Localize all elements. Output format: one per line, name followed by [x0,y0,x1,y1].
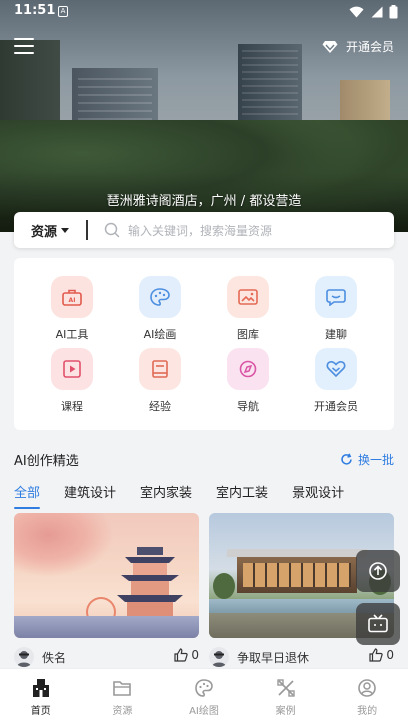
signal-icon [371,6,383,18]
like-count: 0 [386,648,394,662]
vip-button-label: 开通会员 [345,40,394,54]
svg-text:AI: AI [69,297,76,304]
upload-float-button[interactable] [356,550,400,592]
compass-icon [227,348,269,390]
nav-ai-draw-label: AI绘图 [189,706,219,717]
system-icons [349,5,398,19]
ground [14,616,199,638]
grid-item-label: 经验 [149,400,171,413]
thumbs-up-icon [174,648,189,662]
refresh-icon [341,453,352,465]
vip-heart-icon [315,348,357,390]
grid-item-experience[interactable]: 经验 [120,348,200,414]
nav-resources[interactable]: 资源 [82,669,164,725]
palette-icon [139,276,181,318]
grid-item-label: 课程 [61,400,83,413]
author-name: 佚名 [42,651,67,665]
category-tabs: 全部 建筑设计 室内家装 室内工装 景观设计 [14,482,344,509]
section-title: AI创作精选 [14,454,79,469]
vip-button[interactable]: 开通会员 [322,38,394,55]
artwork-card[interactable]: 争取早日退休 0 [209,513,394,672]
menu-icon[interactable] [14,38,34,54]
search-divider [86,220,88,240]
grid-item-ai-tool[interactable]: AI AI工具 [32,276,112,342]
nav-home-label: 首页 [30,706,51,717]
status-bar: 11:51 A [0,0,408,24]
grid-item-course[interactable]: 课程 [32,348,112,414]
palette-icon [195,679,213,697]
nav-profile-label: 我的 [357,706,378,717]
nav-home[interactable]: 首页 [0,669,82,725]
hero-caption: 琶洲雅诗阁酒店，广州 / 都设营造 [106,194,302,209]
house-roof [226,549,368,557]
tv-icon [368,614,388,633]
search-bar: 资源 输入关键词，搜索海量资源 [14,212,394,248]
caret-down-icon [61,227,69,233]
notification-icon: A [58,6,68,17]
author-name: 争取早日退休 [237,651,310,665]
refresh-label: 换一批 [357,453,394,467]
grid-item-label: 导航 [237,400,259,413]
avatar[interactable] [14,647,34,667]
upload-icon [369,562,387,580]
grid-item-label: 图库 [237,328,259,341]
refresh-button[interactable]: 换一批 [340,451,394,468]
grid-item-ai-painting[interactable]: AI绘画 [120,276,200,342]
tree-shape [213,573,235,599]
artwork-image[interactable] [14,513,199,638]
like-button[interactable]: 0 [369,648,394,662]
avatar[interactable] [209,647,229,667]
status-time: 11:51 [14,3,56,18]
home-icon [32,679,49,697]
chat-icon [315,276,357,318]
tab-commercial-interior[interactable]: 室内工装 [216,482,268,504]
grid-item-vip[interactable]: 开通会员 [296,348,376,414]
video-course-icon [51,348,93,390]
bottom-nav: 首页 资源 AI绘图 案例 我的 [0,668,408,725]
section-header: AI创作精选 换一批 [14,450,394,469]
battery-icon [389,5,398,19]
grid-item-navigation[interactable]: 导航 [208,348,288,414]
blossom-tree [14,513,114,577]
like-button[interactable]: 0 [174,648,199,662]
tab-all[interactable]: 全部 [14,482,41,509]
tv-float-button[interactable] [356,603,400,645]
search-scope-label: 资源 [30,224,57,240]
grid-item-chat[interactable]: 建聊 [296,276,376,342]
nav-profile[interactable]: 我的 [326,669,408,725]
search-input[interactable]: 输入关键词，搜索海量资源 [128,222,272,239]
like-count: 0 [191,648,199,662]
folder-icon [113,681,132,696]
nav-cases[interactable]: 案例 [245,669,327,725]
search-scope-dropdown[interactable]: 资源 [14,221,86,240]
grid-item-gallery[interactable]: 图库 [208,276,288,342]
tab-architecture[interactable]: 建筑设计 [64,482,116,504]
ai-tool-icon: AI [51,276,93,318]
grid-item-label: AI绘画 [143,328,177,341]
grid-item-label: AI工具 [55,328,89,341]
design-tools-icon [276,679,295,697]
thumbs-up-icon [369,648,384,662]
house-windows [243,563,351,587]
tab-home-interior[interactable]: 室内家装 [140,482,192,504]
profile-icon [358,679,376,697]
nav-ai-draw[interactable]: AI绘图 [163,669,245,725]
nav-cases-label: 案例 [275,706,296,717]
quick-access-grid: AI AI工具 AI绘画 图库 建聊 课程 经验 导航 开通会员 [14,258,394,430]
artwork-card[interactable]: 佚名 0 [14,513,199,672]
diamond-icon [322,40,338,53]
nav-resources-label: 资源 [112,706,133,717]
book-icon [139,348,181,390]
wifi-icon [349,6,364,18]
grid-item-label: 建聊 [325,328,347,341]
gallery-icon [227,276,269,318]
grid-item-label: 开通会员 [314,400,358,413]
search-icon [104,222,120,238]
tab-landscape[interactable]: 景观设计 [292,482,344,504]
